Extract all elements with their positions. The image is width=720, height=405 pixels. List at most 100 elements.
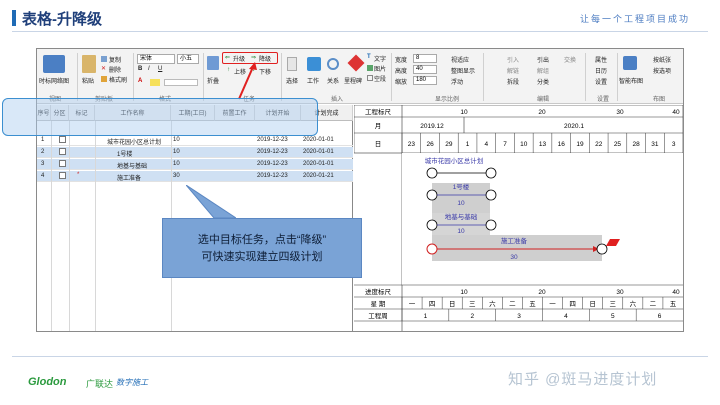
paste-icon[interactable]	[82, 55, 96, 73]
table-row[interactable]: 3 地基与基础 10 2019-12-23 2020-01-01	[37, 159, 353, 170]
day-cell: 16	[558, 141, 566, 148]
table-row[interactable]: 1 城市花园小区总计划 10 2019-12-23 2020-01-01	[37, 135, 353, 146]
full-show-button[interactable]: 整图显示	[451, 66, 475, 75]
work-week-cell: 3	[517, 313, 521, 320]
calendar-button[interactable]: 日历	[595, 66, 607, 75]
table-row[interactable]: 2 1号楼 10 2019-12-23 2020-01-01	[37, 147, 353, 158]
work-week-cell: 6	[658, 313, 662, 320]
node-6[interactable]	[485, 219, 497, 231]
text-button[interactable]: 文字	[374, 54, 386, 63]
work-icon[interactable]	[307, 57, 321, 71]
network-diagram-button[interactable]: 时标网络图	[39, 76, 69, 85]
row-num: 3	[41, 161, 45, 167]
fold-icon[interactable]	[207, 56, 219, 70]
node-8[interactable]	[596, 243, 608, 255]
relation-icon[interactable]	[327, 58, 339, 70]
height-input[interactable]: 40	[413, 65, 437, 74]
link-button[interactable]: 引入	[507, 55, 519, 64]
bold-button[interactable]: B	[138, 66, 142, 72]
day-cell: 31	[651, 141, 659, 148]
ribbon-divider	[203, 53, 204, 101]
width-input[interactable]: 8	[413, 54, 437, 63]
weekday-cell: 一	[409, 301, 416, 308]
row-start: 2019-12-23	[257, 161, 288, 167]
month-a: 2019.12	[420, 123, 444, 130]
highlight-icon[interactable]	[150, 79, 160, 86]
copy-icon	[101, 56, 107, 62]
row-checkbox[interactable]	[59, 172, 66, 179]
row-name: 1号楼	[117, 152, 133, 158]
exchange-button[interactable]: 交换	[564, 55, 576, 64]
format-brush-button[interactable]: 格式刷	[109, 75, 127, 84]
relation-button[interactable]: 关系	[327, 76, 339, 85]
font-color-icon[interactable]: A	[138, 78, 142, 84]
milestone-icon[interactable]	[347, 54, 365, 72]
weekday-cell: 三	[469, 300, 476, 308]
unlink-group-button[interactable]: 解组	[537, 66, 549, 75]
node-1[interactable]	[426, 167, 438, 179]
select-button[interactable]: 选择	[286, 76, 298, 85]
unlink-button[interactable]: 解链	[507, 66, 519, 75]
work-week-cell: 4	[564, 313, 568, 320]
row-checkbox[interactable]	[59, 160, 66, 167]
row-checkbox[interactable]	[59, 148, 66, 155]
group-display-label: 显示比例	[435, 97, 460, 103]
node-4[interactable]	[485, 189, 497, 201]
node-7[interactable]	[426, 243, 438, 255]
weekday-cell: 二	[509, 301, 516, 308]
copy-button[interactable]: 复制	[109, 55, 121, 64]
day-cell: 7	[503, 141, 507, 148]
color-picker[interactable]	[164, 79, 198, 86]
font-size-select[interactable]: 小五	[177, 54, 199, 64]
day-cell: 4	[484, 141, 488, 148]
classify-button[interactable]: 分类	[537, 77, 549, 86]
mark-icon: *	[77, 172, 80, 178]
delete-button[interactable]: 删除	[109, 65, 121, 74]
network-svg: 工程标尺 月 日 10 20 30 40 2019.12 2020.1 23 26…	[354, 105, 683, 331]
image-button[interactable]: 图片	[374, 64, 386, 73]
downgrade-icon: ⇒	[251, 55, 257, 61]
milestone-button[interactable]: 里程碑	[344, 76, 362, 85]
smart-layout-button[interactable]: 智能布图	[619, 76, 643, 85]
scale-tick: 10	[460, 109, 468, 116]
row-start: 2019-12-23	[257, 173, 288, 179]
progress-tick: 20	[538, 289, 546, 296]
blank-button[interactable]: 空段	[374, 74, 386, 83]
italic-button[interactable]: I	[148, 66, 150, 72]
paste-button[interactable]: 粘贴	[82, 76, 94, 85]
task-prep-label: 施工准备	[501, 236, 528, 245]
zoom-input[interactable]: 180	[413, 76, 437, 85]
table-row[interactable]: 4 * 施工准备 30 2019-12-23 2020-01-21	[37, 171, 353, 182]
properties-button[interactable]: 属性	[595, 55, 607, 64]
callout-pointer	[186, 185, 236, 219]
settings-button[interactable]: 设置	[595, 77, 607, 86]
float-button[interactable]: 浮动	[451, 77, 463, 86]
move-up-icon: ↑	[227, 67, 230, 73]
node-3[interactable]	[426, 189, 438, 201]
row-name: 城市花园小区总计划	[107, 140, 162, 146]
weekday-cell: 五	[670, 300, 677, 308]
work-button[interactable]: 工作	[307, 76, 319, 85]
by-option-button[interactable]: 按选项	[653, 66, 671, 75]
fit-view-button[interactable]: 视适应	[451, 55, 469, 64]
row-checkbox[interactable]	[59, 136, 66, 143]
grid-line	[95, 121, 96, 331]
ribbon-divider	[483, 53, 484, 101]
font-name-select[interactable]: 宋体	[137, 54, 175, 64]
row-duration: 10	[173, 149, 180, 155]
text-icon: T	[367, 54, 371, 60]
fold-button[interactable]: 折叠	[207, 76, 219, 85]
task-bldg-label: 1号楼	[453, 182, 470, 191]
underline-button[interactable]: U	[158, 66, 162, 72]
outgoing-button[interactable]: 引出	[537, 55, 549, 64]
split-button[interactable]: 拆段	[507, 77, 519, 86]
day-cell: 19	[576, 141, 584, 148]
network-diagram-icon[interactable]	[43, 55, 65, 73]
select-icon[interactable]	[287, 57, 297, 71]
callout-box: 选中目标任务，点击“降级” 可快速实现建立四级计划	[162, 218, 362, 278]
node-2[interactable]	[485, 167, 497, 179]
month-b: 2020.1	[564, 123, 584, 130]
by-paper-button[interactable]: 按纸张	[653, 55, 671, 64]
node-5[interactable]	[426, 219, 438, 231]
smart-layout-icon[interactable]	[623, 56, 637, 70]
